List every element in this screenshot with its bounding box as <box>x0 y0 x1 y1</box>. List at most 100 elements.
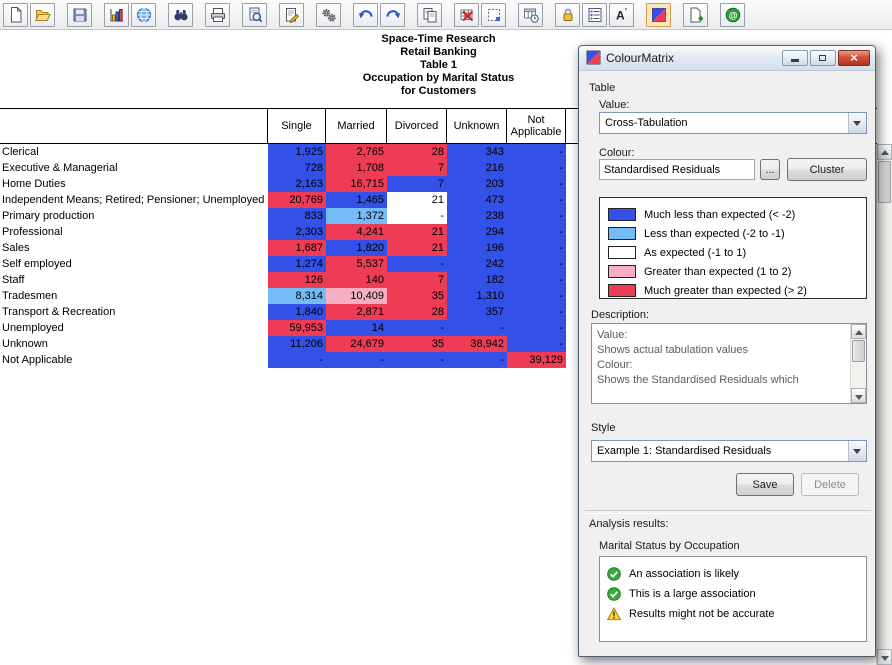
save-button[interactable] <box>67 3 92 27</box>
table-cell[interactable]: - <box>507 288 566 304</box>
table-cell[interactable]: - <box>507 304 566 320</box>
go-web-button[interactable]: @ <box>720 3 745 27</box>
table-cell[interactable]: 7 <box>387 176 447 192</box>
dialog-title-bar[interactable]: ColourMatrix × <box>579 46 875 71</box>
save-style-button[interactable]: Save <box>736 473 794 496</box>
options-button[interactable] <box>316 3 341 27</box>
description-scrollbar[interactable] <box>850 324 866 403</box>
table-cell[interactable]: 1,840 <box>268 304 326 320</box>
row-label[interactable]: Home Duties <box>0 176 268 192</box>
row-label[interactable]: Not Applicable <box>0 352 268 368</box>
table-cell[interactable]: 203 <box>447 176 507 192</box>
row-label[interactable]: Transport & Recreation <box>0 304 268 320</box>
scroll-up-button[interactable] <box>877 144 892 160</box>
table-cell[interactable]: 294 <box>447 224 507 240</box>
table-time-button[interactable] <box>518 3 543 27</box>
scroll-down-button[interactable] <box>877 649 892 665</box>
table-cell[interactable]: 2,871 <box>326 304 387 320</box>
table-cell[interactable]: 7 <box>387 272 447 288</box>
row-label[interactable]: Tradesmen <box>0 288 268 304</box>
table-cell[interactable]: 126 <box>268 272 326 288</box>
edit-button[interactable] <box>279 3 304 27</box>
table-cell[interactable]: - <box>507 240 566 256</box>
scroll-up-button[interactable] <box>851 324 866 339</box>
table-cell[interactable]: - <box>387 352 447 368</box>
scrollbar-thumb[interactable] <box>878 161 891 203</box>
redo-button[interactable] <box>380 3 405 27</box>
row-label[interactable]: Independent Means; Retired; Pensioner; U… <box>0 192 268 208</box>
table-cell[interactable]: 21 <box>387 224 447 240</box>
table-cell[interactable]: 140 <box>326 272 387 288</box>
style-combo[interactable]: Example 1: Standardised Residuals <box>591 440 867 462</box>
table-cell[interactable]: 1,687 <box>268 240 326 256</box>
row-label[interactable]: Clerical <box>0 144 268 160</box>
table-cell[interactable]: 24,679 <box>326 336 387 352</box>
delete-table-button[interactable] <box>454 3 479 27</box>
table-cell[interactable]: 728 <box>268 160 326 176</box>
table-cell[interactable]: 21 <box>387 240 447 256</box>
table-cell[interactable]: 343 <box>447 144 507 160</box>
table-cell[interactable]: - <box>507 160 566 176</box>
colour-input[interactable] <box>599 159 755 180</box>
row-label[interactable]: Sales <box>0 240 268 256</box>
table-cell[interactable]: 2,163 <box>268 176 326 192</box>
table-cell[interactable]: - <box>507 176 566 192</box>
copy-button[interactable] <box>417 3 442 27</box>
row-label[interactable]: Executive & Managerial <box>0 160 268 176</box>
table-cell[interactable]: 4,241 <box>326 224 387 240</box>
close-button[interactable]: × <box>838 50 870 66</box>
column-header[interactable]: Unknown <box>447 109 507 143</box>
table-cell[interactable]: 10,409 <box>326 288 387 304</box>
table-cell[interactable]: 357 <box>447 304 507 320</box>
table-cell[interactable]: - <box>387 208 447 224</box>
column-header[interactable]: Married <box>326 109 387 143</box>
new-document-button[interactable] <box>3 3 28 27</box>
print-button[interactable] <box>205 3 230 27</box>
browse-button[interactable]: ... <box>760 159 780 180</box>
table-cell[interactable]: 1,708 <box>326 160 387 176</box>
open-button[interactable] <box>30 3 55 27</box>
row-label[interactable]: Professional <box>0 224 268 240</box>
colour-matrix-button[interactable] <box>646 3 671 27</box>
cluster-button[interactable]: Cluster <box>787 158 867 181</box>
table-cell[interactable]: 238 <box>447 208 507 224</box>
table-cell[interactable]: 11,206 <box>268 336 326 352</box>
table-cell[interactable]: - <box>387 320 447 336</box>
table-cell[interactable]: 28 <box>387 304 447 320</box>
table-cell[interactable]: 5,537 <box>326 256 387 272</box>
table-cell[interactable]: 14 <box>326 320 387 336</box>
table-cell[interactable]: 1,820 <box>326 240 387 256</box>
table-cell[interactable]: 1,925 <box>268 144 326 160</box>
table-cell[interactable]: - <box>507 272 566 288</box>
chevron-down-icon[interactable] <box>848 441 866 461</box>
table-cell[interactable]: 8,314 <box>268 288 326 304</box>
table-cell[interactable]: 38,942 <box>447 336 507 352</box>
lock-button[interactable] <box>555 3 580 27</box>
row-label[interactable]: Unemployed <box>0 320 268 336</box>
print-preview-button[interactable] <box>242 3 267 27</box>
table-cell[interactable]: - <box>507 144 566 160</box>
main-vertical-scrollbar[interactable] <box>876 144 892 665</box>
table-cell[interactable]: 35 <box>387 288 447 304</box>
table-cell[interactable]: 182 <box>447 272 507 288</box>
row-label[interactable]: Unknown <box>0 336 268 352</box>
column-header[interactable]: Divorced <box>387 109 447 143</box>
table-cell[interactable]: 1,310 <box>447 288 507 304</box>
table-cell[interactable]: - <box>507 256 566 272</box>
table-cell[interactable]: 1,274 <box>268 256 326 272</box>
column-header[interactable]: Single <box>268 109 326 143</box>
table-cell[interactable]: - <box>326 352 387 368</box>
row-label[interactable]: Primary production <box>0 208 268 224</box>
table-cell[interactable]: 35 <box>387 336 447 352</box>
table-cell[interactable]: 20,769 <box>268 192 326 208</box>
minimize-button[interactable] <box>782 50 808 66</box>
table-cell[interactable]: 39,129 <box>507 352 566 368</box>
table-cell[interactable]: - <box>507 320 566 336</box>
table-cell[interactable]: 242 <box>447 256 507 272</box>
table-cell[interactable]: 2,765 <box>326 144 387 160</box>
table-cell[interactable]: 59,953 <box>268 320 326 336</box>
table-cell[interactable]: 28 <box>387 144 447 160</box>
value-combo[interactable]: Cross-Tabulation <box>599 112 867 134</box>
bar-chart-button[interactable] <box>104 3 129 27</box>
table-cell[interactable]: - <box>507 224 566 240</box>
